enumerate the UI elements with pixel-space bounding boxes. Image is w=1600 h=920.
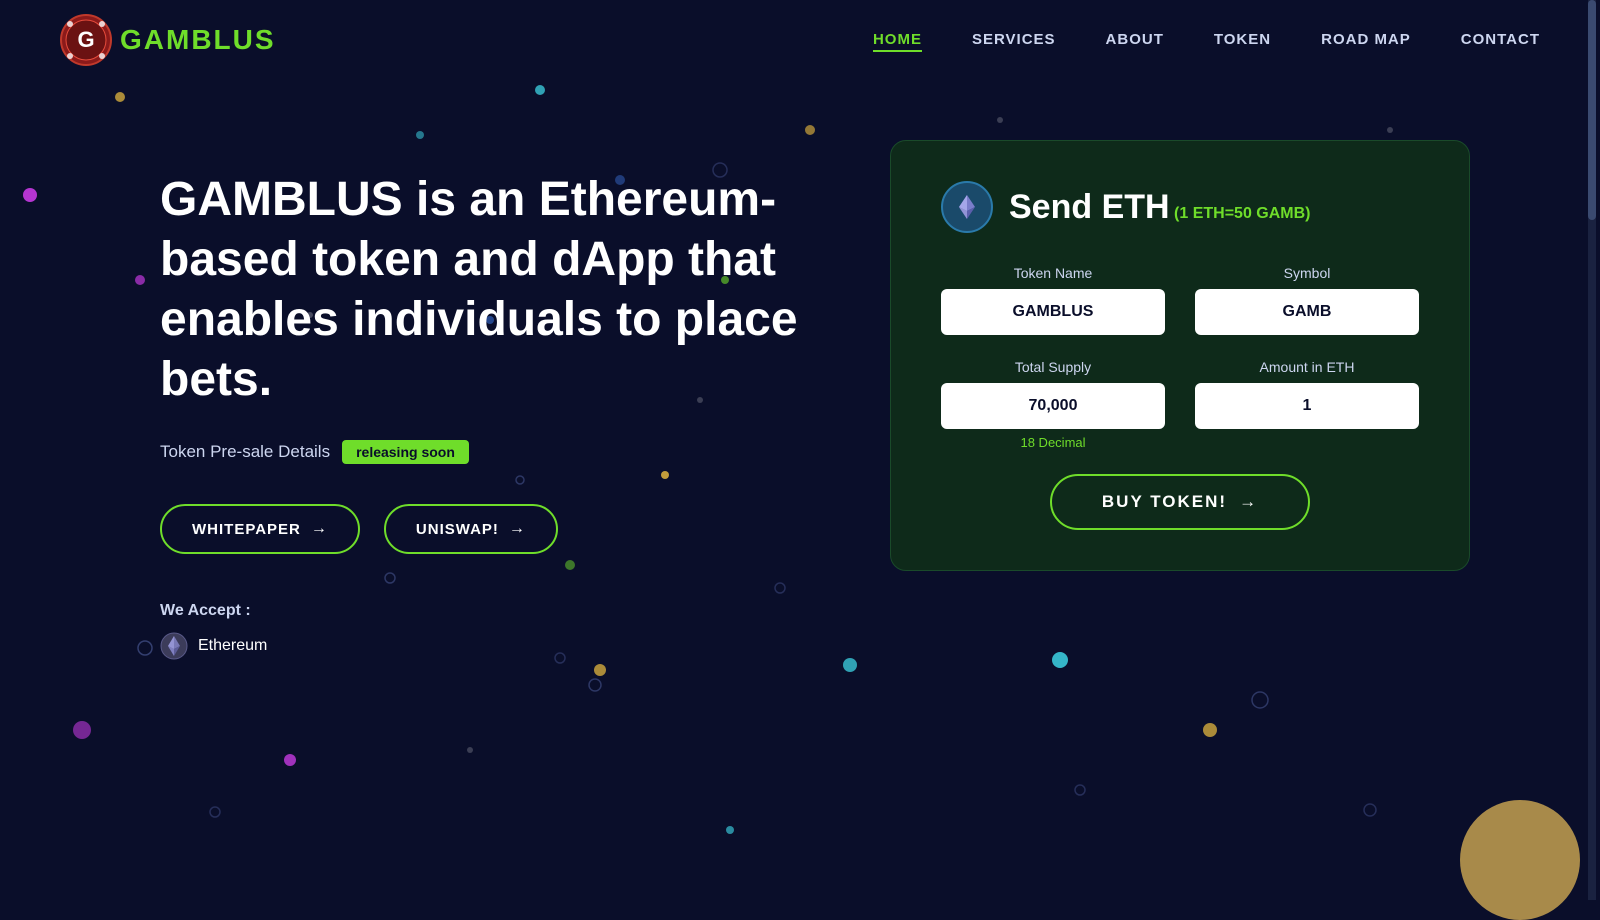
nav-services[interactable]: SERVICES [972,31,1056,48]
releasing-badge: releasing soon [342,440,469,464]
token-card: Send ETH (1 ETH=50 GAMB) Token Name Symb… [890,140,1470,571]
hero-title: GAMBLUS is an Ethereum-based token and d… [160,170,810,410]
amount-eth-group: Amount in ETH [1195,359,1419,450]
eth-icon-circle [941,181,993,233]
presale-row: Token Pre-sale Details releasing soon [160,440,810,464]
eth-row: Ethereum [160,632,810,660]
uniswap-button[interactable]: UNISWAP! → [384,504,558,554]
buy-arrow-icon: → [1239,492,1258,512]
token-name-group: Token Name [941,265,1165,335]
nav-menu: HOME SERVICES ABOUT TOKEN ROAD MAP CONTA… [873,31,1540,49]
decimal-hint: 18 Decimal [941,435,1165,450]
whitepaper-label: WHITEPAPER [192,521,301,538]
symbol-label: Symbol [1195,265,1419,281]
total-supply-label: Total Supply [941,359,1165,375]
nav-about[interactable]: ABOUT [1106,31,1164,48]
buy-token-label: BUY TOKEN! [1102,492,1227,512]
arrow-icon: → [311,520,328,538]
amount-input[interactable] [1195,383,1419,429]
logo[interactable]: G GAMBLUS [60,14,276,66]
hero-section: GAMBLUS is an Ethereum-based token and d… [0,80,1600,660]
card-header: Send ETH (1 ETH=50 GAMB) [941,181,1419,233]
svg-text:G: G [77,27,94,52]
accept-eth-label: Ethereum [198,637,267,655]
hero-content: GAMBLUS is an Ethereum-based token and d… [160,140,810,660]
hero-brand: GAMBLUS [160,173,403,226]
cta-buttons: WHITEPAPER → UNISWAP! → [160,504,810,554]
brand-name: GAMBLUS [120,24,276,56]
decorative-circle [1460,800,1580,920]
nav-contact[interactable]: CONTACT [1461,31,1540,48]
nav-home[interactable]: HOME [873,31,922,52]
amount-label: Amount in ETH [1195,359,1419,375]
scrollbar[interactable] [1588,0,1596,900]
nav-roadmap[interactable]: ROAD MAP [1321,31,1411,48]
token-name-label: Token Name [941,265,1165,281]
accept-label: We Accept : [160,602,810,620]
nav-token[interactable]: TOKEN [1214,31,1271,48]
buy-token-button[interactable]: BUY TOKEN! → [1050,474,1310,530]
total-supply-input[interactable] [941,383,1165,429]
symbol-input[interactable] [1195,289,1419,335]
uniswap-label: UNISWAP! [416,521,499,538]
card-rate: (1 ETH=50 GAMB) [1174,205,1310,222]
total-supply-group: Total Supply 18 Decimal [941,359,1165,450]
card-title-group: Send ETH (1 ETH=50 GAMB) [1009,188,1311,227]
arrow-icon-2: → [509,520,526,538]
token-name-input[interactable] [941,289,1165,335]
navbar: G GAMBLUS HOME SERVICES ABOUT TOKEN ROAD… [0,0,1600,80]
presale-label: Token Pre-sale Details [160,442,330,462]
card-title: Send ETH [1009,188,1170,226]
scrollbar-thumb[interactable] [1588,0,1596,220]
symbol-group: Symbol [1195,265,1419,335]
whitepaper-button[interactable]: WHITEPAPER → [160,504,360,554]
token-form: Token Name Symbol Total Supply 18 Decima… [941,265,1419,450]
accept-section: We Accept : Ethereum [160,602,810,660]
